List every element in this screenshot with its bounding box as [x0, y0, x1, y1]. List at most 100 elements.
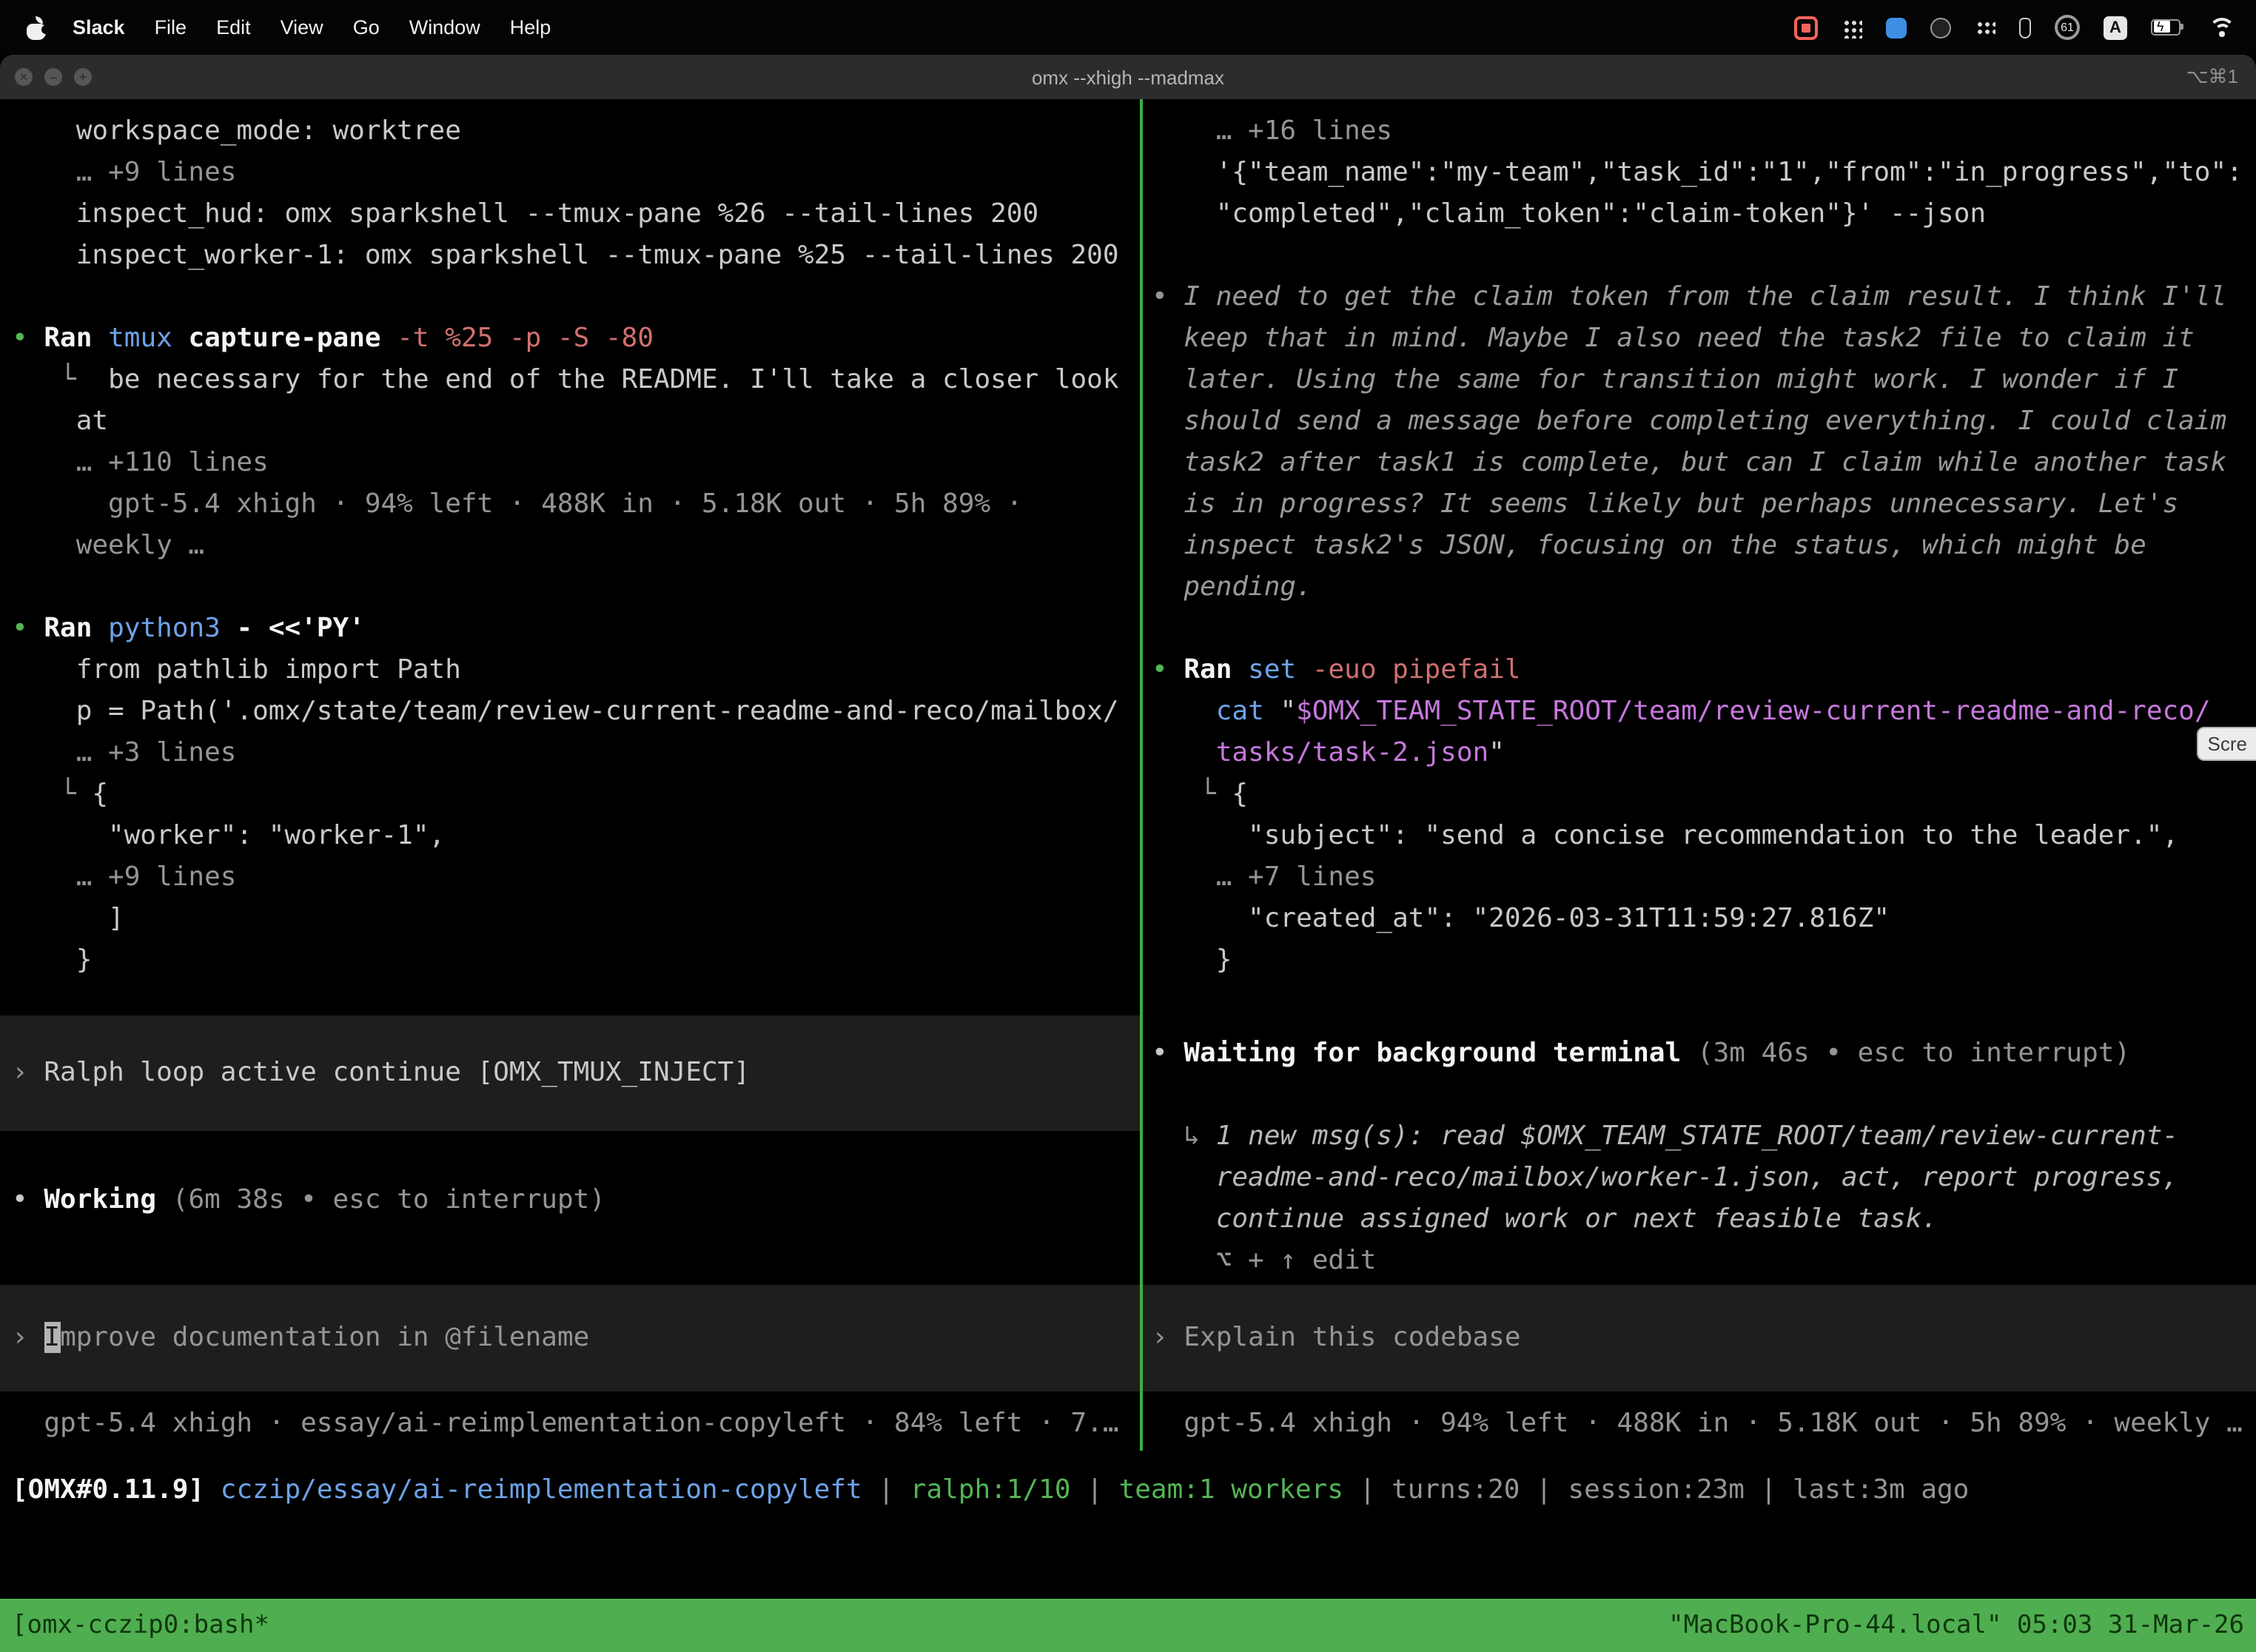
text-segment: ⌥ + ↑ edit	[1152, 1245, 1376, 1276]
menu-item-file[interactable]: File	[140, 16, 202, 38]
terminal-line: is in progress? It seems likely but perh…	[1152, 484, 2256, 526]
utility-icon[interactable]	[2019, 17, 2031, 38]
text-segment: I need to get the claim token from the c…	[1184, 281, 2226, 312]
text-segment: "worker": "worker-1",	[12, 820, 445, 851]
screen-notification-overlay[interactable]: Scre	[2198, 727, 2256, 761]
text-segment: {	[92, 779, 108, 810]
text-segment: (3m 46s • esc to interrupt)	[1697, 1038, 2130, 1069]
terminal-line: "completed","claim_token":"claim-token"}…	[1152, 194, 2256, 235]
text-segment: continue assigned work or next feasible …	[1152, 1203, 1938, 1235]
text-segment: at	[12, 406, 108, 437]
spacer	[12, 1391, 1140, 1403]
prompt-band[interactable]: › Improve documentation in @filename	[0, 1285, 1140, 1391]
app-grid-icon[interactable]	[1842, 17, 1862, 38]
text-segment: Ran	[1184, 654, 1248, 685]
menu-left: SlackFileEditViewGoWindowHelp	[0, 16, 565, 39]
text-segment: |	[1745, 1474, 1793, 1505]
text-segment: -euo pipefail	[1312, 654, 1521, 685]
terminal-line: gpt-5.4 xhigh · 94% left · 488K in · 5.1…	[1152, 1403, 2256, 1445]
battery-icon[interactable]: ϟ	[2151, 19, 2185, 36]
text-segment: inspect task2's JSON, focusing on the st…	[1152, 530, 2146, 561]
terminal-line: └ be necessary for the end of the README…	[12, 360, 1140, 401]
text-segment: |	[1520, 1474, 1568, 1505]
menu-item-slack[interactable]: Slack	[58, 16, 140, 38]
text-segment: ›	[12, 1057, 44, 1088]
terminal-line: • Waiting for background terminal (3m 46…	[1152, 1033, 2256, 1075]
blue-app-icon[interactable]	[1886, 17, 1907, 38]
text-segment: - <<'PY'	[237, 613, 365, 644]
terminal-pane-right[interactable]: … +16 lines '{"team_name":"my-team","tas…	[1143, 99, 2256, 1461]
text-segment: inspect_hud: omx sparkshell --tmux-pane …	[12, 198, 1038, 229]
text-segment: 1 new msg(s): read $OMX_TEAM_STATE_ROOT/…	[1216, 1121, 2178, 1152]
screen-notification-label: Scre	[2208, 733, 2247, 755]
terminal-line: … +16 lines	[1152, 111, 2256, 152]
terminal-line: … +110 lines	[12, 443, 1140, 484]
text-segment: $OMX_TEAM_STATE_ROOT/team/review-current…	[1296, 696, 2210, 727]
text-segment: should send a message before completing …	[1152, 406, 2226, 437]
text-segment: Ralph loop active continue [OMX_TMUX_INJ…	[44, 1057, 750, 1088]
spacer	[1152, 1391, 2256, 1403]
menu-item-help[interactable]: Help	[495, 16, 566, 38]
text-segment: workspace_mode: worktree	[12, 115, 461, 147]
text-segment: "completed","claim_token":"claim-token"}…	[1152, 198, 1986, 229]
text-segment: Working	[44, 1184, 172, 1215]
apple-logo-icon[interactable]	[27, 16, 46, 39]
text-segment: capture-pane	[188, 323, 397, 354]
text-segment: cczip/essay/ai-reimplementation-copyleft	[221, 1474, 862, 1505]
spacer	[12, 567, 1140, 608]
menu-item-window[interactable]: Window	[395, 16, 495, 38]
menu-item-view[interactable]: View	[266, 16, 338, 38]
input-source-icon[interactable]: A	[2104, 16, 2127, 39]
terminal-line: should send a message before completing …	[1152, 401, 2256, 443]
spacer	[1152, 1075, 2256, 1116]
text-segment: Waiting for background terminal	[1184, 1038, 1697, 1069]
terminal-line: • Working (6m 38s • esc to interrupt)	[12, 1180, 1140, 1221]
text-segment: ›	[1152, 1322, 1184, 1353]
text-segment: |	[862, 1474, 910, 1505]
terminal-line: continue assigned work or next feasible …	[1152, 1199, 2256, 1240]
text-segment: … +3 lines	[12, 737, 236, 768]
text-segment	[12, 779, 60, 810]
text-segment: ralph:1/10	[910, 1474, 1071, 1505]
window-titlebar[interactable]: × – + omx --xhigh --madmax ⌥⌘1	[0, 55, 2256, 99]
text-segment: gpt-5.4 xhigh · 94% left · 488K in · 5.1…	[12, 488, 1022, 520]
text-segment: •	[12, 323, 44, 354]
gauge-value: 61	[2061, 21, 2074, 34]
terminal-line: at	[12, 401, 1140, 443]
text-segment: session:23m	[1568, 1474, 1744, 1505]
battery-gauge-icon[interactable]: 61	[2055, 15, 2080, 40]
text-segment: •	[1152, 281, 1184, 312]
prompt-band[interactable]: › Ralph loop active continue [OMX_TMUX_I…	[0, 1015, 1140, 1131]
text-segment	[1152, 737, 1216, 768]
terminal-window: × – + omx --xhigh --madmax ⌥⌘1 workspace…	[0, 55, 2256, 1652]
terminal-line: … +3 lines	[12, 733, 1140, 774]
prompt-band[interactable]: › Explain this codebase	[1143, 1285, 2256, 1391]
screen-recording-stop-icon[interactable]	[1794, 16, 1818, 39]
text-segment: •	[12, 1184, 44, 1215]
terminal-line: … +9 lines	[12, 857, 1140, 899]
tmux-status-bar: [omx-cczip0:bash* "MacBook-Pro-44.local"…	[0, 1599, 2256, 1652]
text-segment: }	[1152, 944, 1232, 976]
terminal-pane-left[interactable]: workspace_mode: worktree … +9 lines insp…	[0, 99, 1140, 1461]
terminal-line: inspect task2's JSON, focusing on the st…	[1152, 526, 2256, 567]
text-segment: tasks/task-2.json	[1216, 737, 1488, 768]
dark-circle-icon[interactable]	[1930, 17, 1951, 38]
text-segment: ›	[12, 1322, 44, 1353]
text-segment: ]	[12, 903, 124, 934]
text-segment: python3	[108, 613, 236, 644]
text-segment: weekly …	[12, 530, 204, 561]
text-segment: └	[1200, 779, 1232, 810]
charging-bolt-icon: ϟ	[2157, 17, 2164, 35]
text-segment: inspect_worker-1: omx sparkshell --tmux-…	[12, 240, 1119, 271]
terminal-line: • Ran set -euo pipefail	[1152, 650, 2256, 691]
menu-item-go[interactable]: Go	[338, 16, 395, 38]
menu-item-edit[interactable]: Edit	[201, 16, 266, 38]
wifi-icon[interactable]	[2209, 17, 2235, 38]
dots-grid-icon[interactable]	[1975, 21, 1995, 34]
text-segment: … +9 lines	[12, 157, 236, 188]
text-segment: last:3m ago	[1793, 1474, 1969, 1505]
text-segment: •	[1152, 1038, 1184, 1069]
text-segment: p = Path('.omx/state/team/review-current…	[12, 696, 1119, 727]
terminal-line: workspace_mode: worktree	[12, 111, 1140, 152]
terminal-line: • Ran python3 - <<'PY'	[12, 608, 1140, 650]
